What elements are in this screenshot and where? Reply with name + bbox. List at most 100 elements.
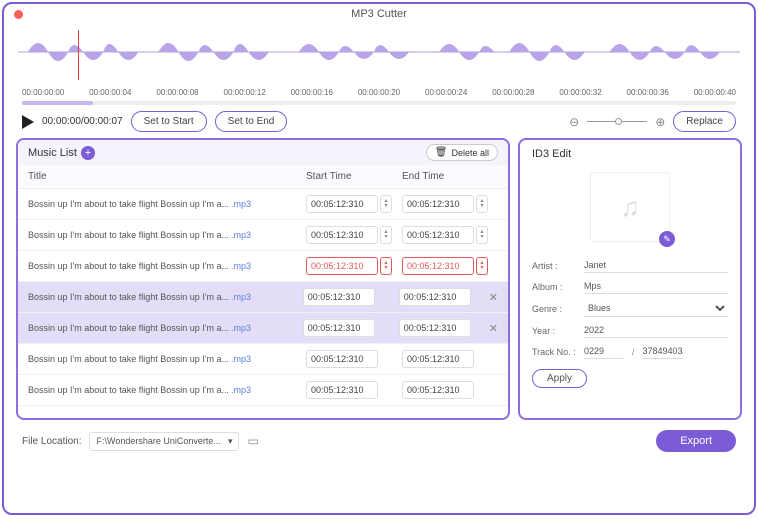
timeline-tick: 00:00:00:28 [492,88,534,97]
timeline-tick: 00:00:00:12 [224,88,266,97]
end-time-input[interactable]: 00:05:12:310 [402,381,474,399]
timeline-ruler: 00:00:00:0000:00:00:0400:00:00:0800:00:0… [22,88,736,97]
start-time-input[interactable]: 00:05:12:310 [303,288,375,306]
table-row[interactable]: Bossin up I'm about to take flight Bossi… [18,282,508,313]
end-time-input[interactable]: 00:05:12:310 [402,195,474,213]
end-time-input[interactable]: 00:05:12:310 [402,350,474,368]
timeline-tick: 00:00:00:16 [291,88,333,97]
add-icon[interactable]: + [81,146,95,160]
music-list-panel: Music List + 🗑 Delete all Title Start Ti… [16,138,510,420]
timeline-tick: 00:00:00:24 [425,88,467,97]
id3-header: ID3 Edit [532,148,728,160]
track-separator: / [632,347,635,357]
titlebar: MP3 Cutter [4,4,754,26]
timeline-tick: 00:00:00:00 [22,88,64,97]
table-row[interactable]: Bossin up I'm about to take flight Bossi… [18,344,508,375]
file-ext: .mp3 [231,385,251,395]
controls-row: 00:00:00/00:00:07 Set to Start Set to En… [22,111,736,132]
end-stepper[interactable]: ▴▾ [476,226,488,244]
scrubber-fill [22,101,93,105]
table-row[interactable]: Bossin up I'm about to take flight Bossi… [18,220,508,251]
delete-all-label: Delete all [451,148,489,158]
year-label: Year : [532,326,584,336]
timeline-tick: 00:00:00:32 [559,88,601,97]
track-name: Bossin up I'm about to take flight Bossi… [28,261,306,271]
waveform-icon [18,30,740,74]
zoom-in-icon[interactable]: ⊕ [655,115,665,129]
export-button[interactable]: Export [656,430,736,452]
playhead-icon[interactable] [78,30,79,80]
timeline-tick: 00:00:00:08 [156,88,198,97]
col-title: Title [28,171,306,182]
end-stepper[interactable]: ▴▾ [476,195,488,213]
set-start-button[interactable]: Set to Start [131,111,207,132]
start-time-input[interactable]: 00:05:12:310 [306,257,378,275]
waveform-area[interactable] [18,30,740,86]
file-ext: .mp3 [231,292,251,302]
zoom-slider[interactable] [587,121,647,122]
end-time-input[interactable]: 00:05:12:310 [399,319,471,337]
zoom-out-icon[interactable]: ⊖ [569,115,579,129]
apply-button[interactable]: Apply [532,369,587,388]
start-stepper[interactable]: ▴▾ [380,226,392,244]
timeline-tick: 00:00:00:36 [627,88,669,97]
end-stepper[interactable]: ▴▾ [476,257,488,275]
table-row[interactable]: Bossin up I'm about to take flight Bossi… [18,313,508,344]
music-note-icon: ♫ [620,192,640,223]
id3-panel: ID3 Edit ♫ ✎ Artist : Album : Genre :Blu… [518,138,742,420]
end-time-input[interactable]: 00:05:12:310 [402,226,474,244]
remove-icon[interactable]: ✕ [489,291,498,304]
track-b-input[interactable] [643,344,683,359]
track-a-input[interactable] [584,344,624,359]
start-stepper[interactable]: ▴▾ [380,195,392,213]
table-row[interactable]: Bossin up I'm about to take flight Bossi… [18,189,508,220]
remove-icon[interactable]: ✕ [489,322,498,335]
edit-art-icon[interactable]: ✎ [659,231,675,247]
album-art[interactable]: ♫ ✎ [590,172,670,242]
scrubber[interactable] [22,101,736,105]
album-input[interactable] [584,279,728,294]
play-icon[interactable] [22,115,34,129]
track-name: Bossin up I'm about to take flight Bossi… [28,323,303,333]
col-end: End Time [402,171,498,182]
start-stepper[interactable]: ▴▾ [380,257,392,275]
close-icon[interactable] [14,10,23,19]
genre-select[interactable]: Blues [584,300,728,317]
chevron-down-icon: ▾ [228,436,233,447]
col-start: Start Time [306,171,402,182]
track-label: Track No. : [532,347,584,357]
trash-icon: 🗑 [435,147,448,158]
album-label: Album : [532,282,584,292]
end-time-input[interactable]: 00:05:12:310 [402,257,474,275]
delete-all-button[interactable]: 🗑 Delete all [426,144,498,161]
file-ext: .mp3 [231,199,251,209]
file-location-dropdown[interactable]: F:\Wondershare UniConverte...▾ [89,432,239,451]
table-row[interactable]: Bossin up I'm about to take flight Bossi… [18,375,508,406]
file-ext: .mp3 [231,261,251,271]
start-time-input[interactable]: 00:05:12:310 [303,319,375,337]
replace-button[interactable]: Replace [673,111,736,132]
start-time-input[interactable]: 00:05:12:310 [306,226,378,244]
app-window: MP3 Cutter 00:00:00:0000:00:00:0400:00:0… [2,2,756,515]
artist-input[interactable] [584,258,728,273]
track-name: Bossin up I'm about to take flight Bossi… [28,385,306,395]
zoom-thumb[interactable] [615,118,622,125]
genre-label: Genre : [532,304,584,314]
timeline-tick: 00:00:00:40 [694,88,736,97]
start-time-input[interactable]: 00:05:12:310 [306,381,378,399]
year-input[interactable] [584,323,728,338]
track-name: Bossin up I'm about to take flight Bossi… [28,230,306,240]
artist-label: Artist : [532,261,584,271]
start-time-input[interactable]: 00:05:12:310 [306,350,378,368]
track-name: Bossin up I'm about to take flight Bossi… [28,199,306,209]
file-ext: .mp3 [231,323,251,333]
track-name: Bossin up I'm about to take flight Bossi… [28,354,306,364]
music-list-header: Music List [28,147,77,159]
end-time-input[interactable]: 00:05:12:310 [399,288,471,306]
set-end-button[interactable]: Set to End [215,111,288,132]
start-time-input[interactable]: 00:05:12:310 [306,195,378,213]
track-name: Bossin up I'm about to take flight Bossi… [28,292,303,302]
folder-icon[interactable]: ▭ [247,434,258,448]
file-ext: .mp3 [231,354,251,364]
table-row[interactable]: Bossin up I'm about to take flight Bossi… [18,251,508,282]
